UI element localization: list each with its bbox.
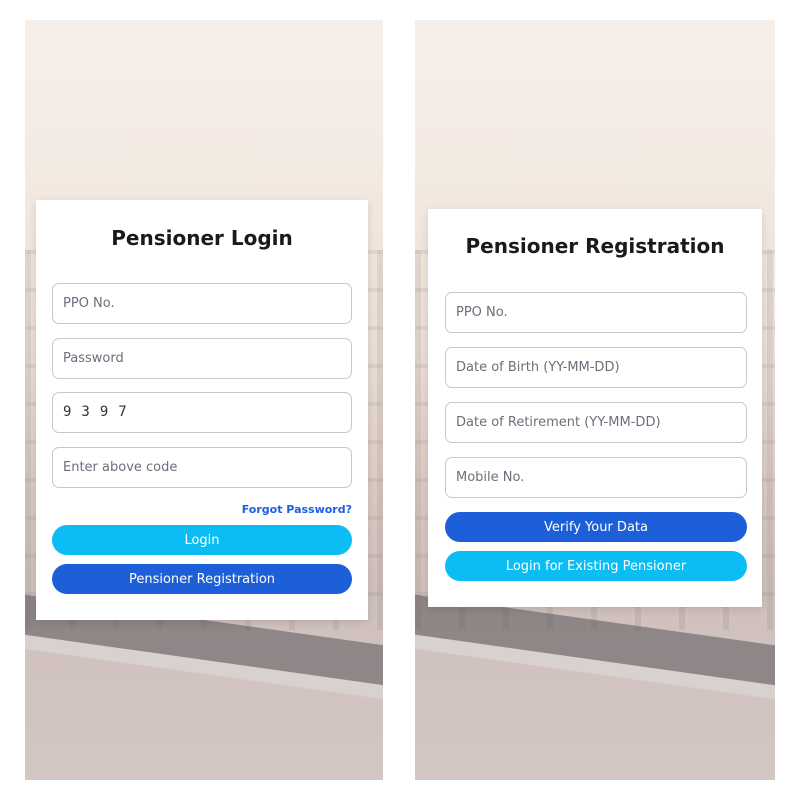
registration-title: Pensioner Registration	[465, 234, 725, 258]
login-screen: Pensioner Login 9397 Forgot Password? Lo…	[25, 20, 383, 780]
date-of-birth-input[interactable]	[445, 347, 747, 388]
mobile-number-input[interactable]	[445, 457, 747, 498]
login-button[interactable]: Login	[52, 525, 352, 555]
password-input[interactable]	[52, 338, 352, 379]
registration-card: Pensioner Registration Verify Your Data …	[428, 209, 762, 607]
pensioner-registration-button[interactable]: Pensioner Registration	[52, 564, 352, 594]
captcha-input[interactable]	[52, 447, 352, 488]
forgot-password-link[interactable]: Forgot Password?	[242, 503, 352, 516]
existing-pensioner-login-button[interactable]: Login for Existing Pensioner	[445, 551, 747, 581]
ppo-number-input[interactable]	[52, 283, 352, 324]
reg-ppo-number-input[interactable]	[445, 292, 747, 333]
login-card: Pensioner Login 9397 Forgot Password? Lo…	[36, 200, 368, 620]
verify-data-button[interactable]: Verify Your Data	[445, 512, 747, 542]
date-of-retirement-input[interactable]	[445, 402, 747, 443]
login-title: Pensioner Login	[111, 226, 293, 250]
captcha-code-display: 9397	[52, 392, 352, 433]
registration-screen: Pensioner Registration Verify Your Data …	[415, 20, 775, 780]
